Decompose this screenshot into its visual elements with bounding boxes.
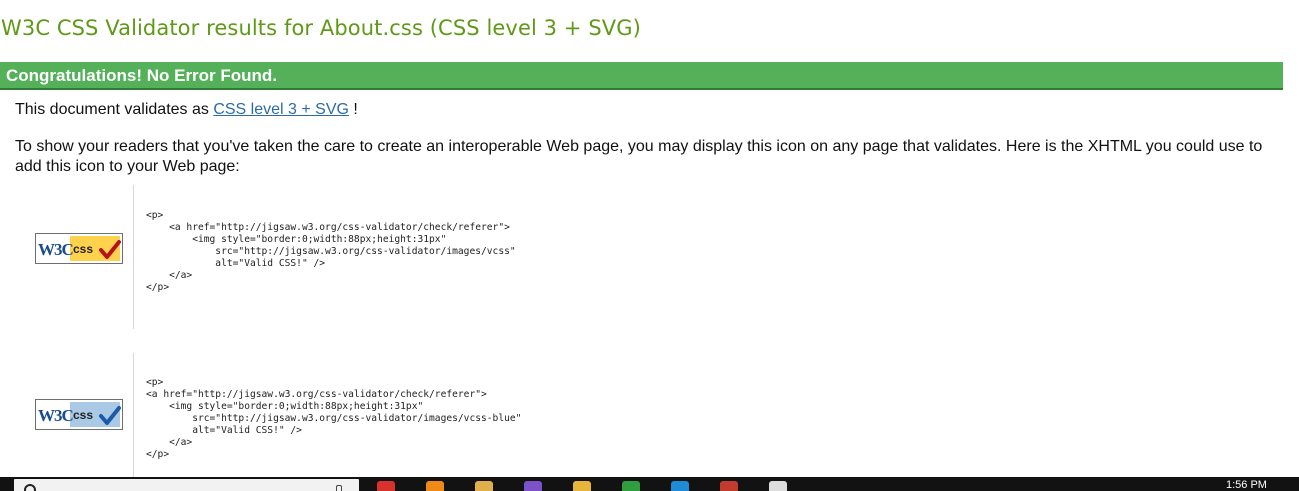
badge-w3c-text: W3C: [38, 240, 73, 259]
intro-suffix: !: [348, 101, 358, 118]
window-icon[interactable]: [769, 481, 787, 491]
app-green-icon[interactable]: [622, 481, 640, 491]
badge-code-snippet-blue: <p> <a href="http://jigsaw.w3.org/css-va…: [146, 377, 522, 460]
css-profile-link[interactable]: CSS level 3 + SVG: [213, 101, 349, 118]
badge-css-text: css: [73, 408, 93, 422]
intro-prefix: This document validates as: [15, 101, 214, 118]
taskbar-clock: 1:56 PM: [1226, 479, 1267, 491]
badge-row-blue: W3C css <p> <a href="http://jigsaw.w3.or…: [0, 353, 1000, 477]
badge-css-text: css: [73, 242, 93, 256]
badge-row-gold: W3C css <p> <a href="http://jigsaw.w3.or…: [0, 185, 1000, 329]
valid-css-badge-blue-icon: W3C css: [35, 399, 123, 430]
badge-explanation: To show your readers that you've taken t…: [15, 138, 1263, 175]
validation-summary: This document validates as CSS level 3 +…: [15, 101, 358, 119]
chrome-icon[interactable]: [377, 481, 395, 491]
badge-code-snippet-gold: <p> <a href="http://jigsaw.w3.org/css-va…: [146, 210, 516, 293]
code-divider: [133, 353, 134, 477]
store-icon[interactable]: [671, 481, 689, 491]
valid-css-badge-blue[interactable]: W3C css: [35, 399, 123, 430]
page-title: W3C CSS Validator results for About.css …: [1, 16, 641, 40]
banner-text: Congratulations! No Error Found.: [6, 66, 278, 85]
valid-css-badge-gold[interactable]: W3C css: [35, 233, 123, 264]
badge-w3c-text: W3C: [38, 406, 73, 425]
vlc-icon[interactable]: [426, 481, 444, 491]
paint-icon[interactable]: [475, 481, 493, 491]
taskbar-search-box[interactable]: [14, 479, 359, 491]
success-banner: Congratulations! No Error Found.: [0, 62, 1283, 90]
windows-taskbar: 1:56 PM: [0, 477, 1299, 491]
code-divider: [133, 185, 134, 329]
microphone-icon[interactable]: [336, 485, 342, 491]
valid-css-badge-icon: W3C css: [35, 233, 123, 264]
search-icon: [24, 484, 36, 491]
folder-icon[interactable]: [573, 481, 591, 491]
app-red-icon[interactable]: [720, 481, 738, 491]
viber-icon[interactable]: [524, 481, 542, 491]
